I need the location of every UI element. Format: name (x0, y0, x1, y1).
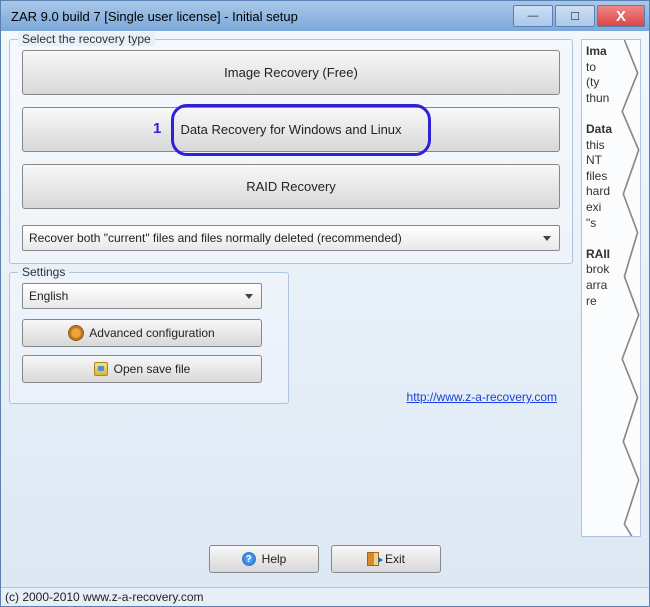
settings-group: Settings English Advanced configuration … (9, 272, 289, 404)
language-value: English (29, 289, 68, 303)
advanced-config-button[interactable]: Advanced configuration (22, 319, 262, 347)
recovery-type-group: Select the recovery type Image Recovery … (9, 39, 573, 264)
window-title: ZAR 9.0 build 7 [Single user license] - … (11, 9, 513, 24)
info-panel: Ima to (ty thun Data this NT files hard … (581, 39, 641, 537)
help-icon: ? (242, 552, 256, 566)
exit-icon (367, 552, 379, 566)
open-save-label: Open save file (114, 362, 191, 376)
help-button[interactable]: ? Help (209, 545, 319, 573)
exit-label: Exit (385, 552, 405, 566)
help-label: Help (262, 552, 287, 566)
raid-recovery-button[interactable]: RAID Recovery (22, 164, 560, 209)
recovery-mode-select[interactable]: Recover both "current" files and files n… (22, 225, 560, 251)
window-buttons: — ☐ X (513, 5, 645, 27)
columns: Select the recovery type Image Recovery … (9, 39, 641, 537)
data-recovery-button[interactable]: Data Recovery for Windows and Linux 1 (22, 107, 560, 152)
minimize-button[interactable]: — (513, 5, 553, 27)
bottom-bar: ? Help Exit (9, 537, 641, 579)
data-recovery-label: Data Recovery for Windows and Linux (180, 122, 401, 137)
link-row: http://www.z-a-recovery.com (301, 390, 573, 404)
settings-label: Settings (18, 265, 69, 279)
recovery-mode-value: Recover both "current" files and files n… (29, 231, 402, 245)
open-save-file-button[interactable]: Open save file (22, 355, 262, 383)
language-select[interactable]: English (22, 283, 262, 309)
annotation-number: 1 (153, 120, 161, 137)
raid-recovery-label: RAID Recovery (246, 179, 336, 194)
close-button[interactable]: X (597, 5, 645, 27)
folder-icon (94, 362, 108, 376)
titlebar: ZAR 9.0 build 7 [Single user license] - … (1, 1, 649, 31)
image-recovery-label: Image Recovery (Free) (224, 65, 358, 80)
info-p2-head: Data (586, 122, 612, 136)
left-column: Select the recovery type Image Recovery … (9, 39, 573, 537)
website-link[interactable]: http://www.z-a-recovery.com (407, 390, 557, 404)
recovery-type-label: Select the recovery type (18, 32, 155, 46)
copyright-text: (c) 2000-2010 www.z-a-recovery.com (1, 587, 649, 606)
info-p3-head: RAII (586, 247, 610, 261)
torn-edge-icon (620, 40, 641, 537)
body-area: Select the recovery type Image Recovery … (1, 31, 649, 587)
image-recovery-button[interactable]: Image Recovery (Free) (22, 50, 560, 95)
exit-button[interactable]: Exit (331, 545, 441, 573)
app-window: ZAR 9.0 build 7 [Single user license] - … (0, 0, 650, 607)
maximize-button[interactable]: ☐ (555, 5, 595, 27)
advanced-config-label: Advanced configuration (89, 326, 214, 340)
gear-icon (69, 326, 83, 340)
info-p1-head: Ima (586, 44, 607, 58)
